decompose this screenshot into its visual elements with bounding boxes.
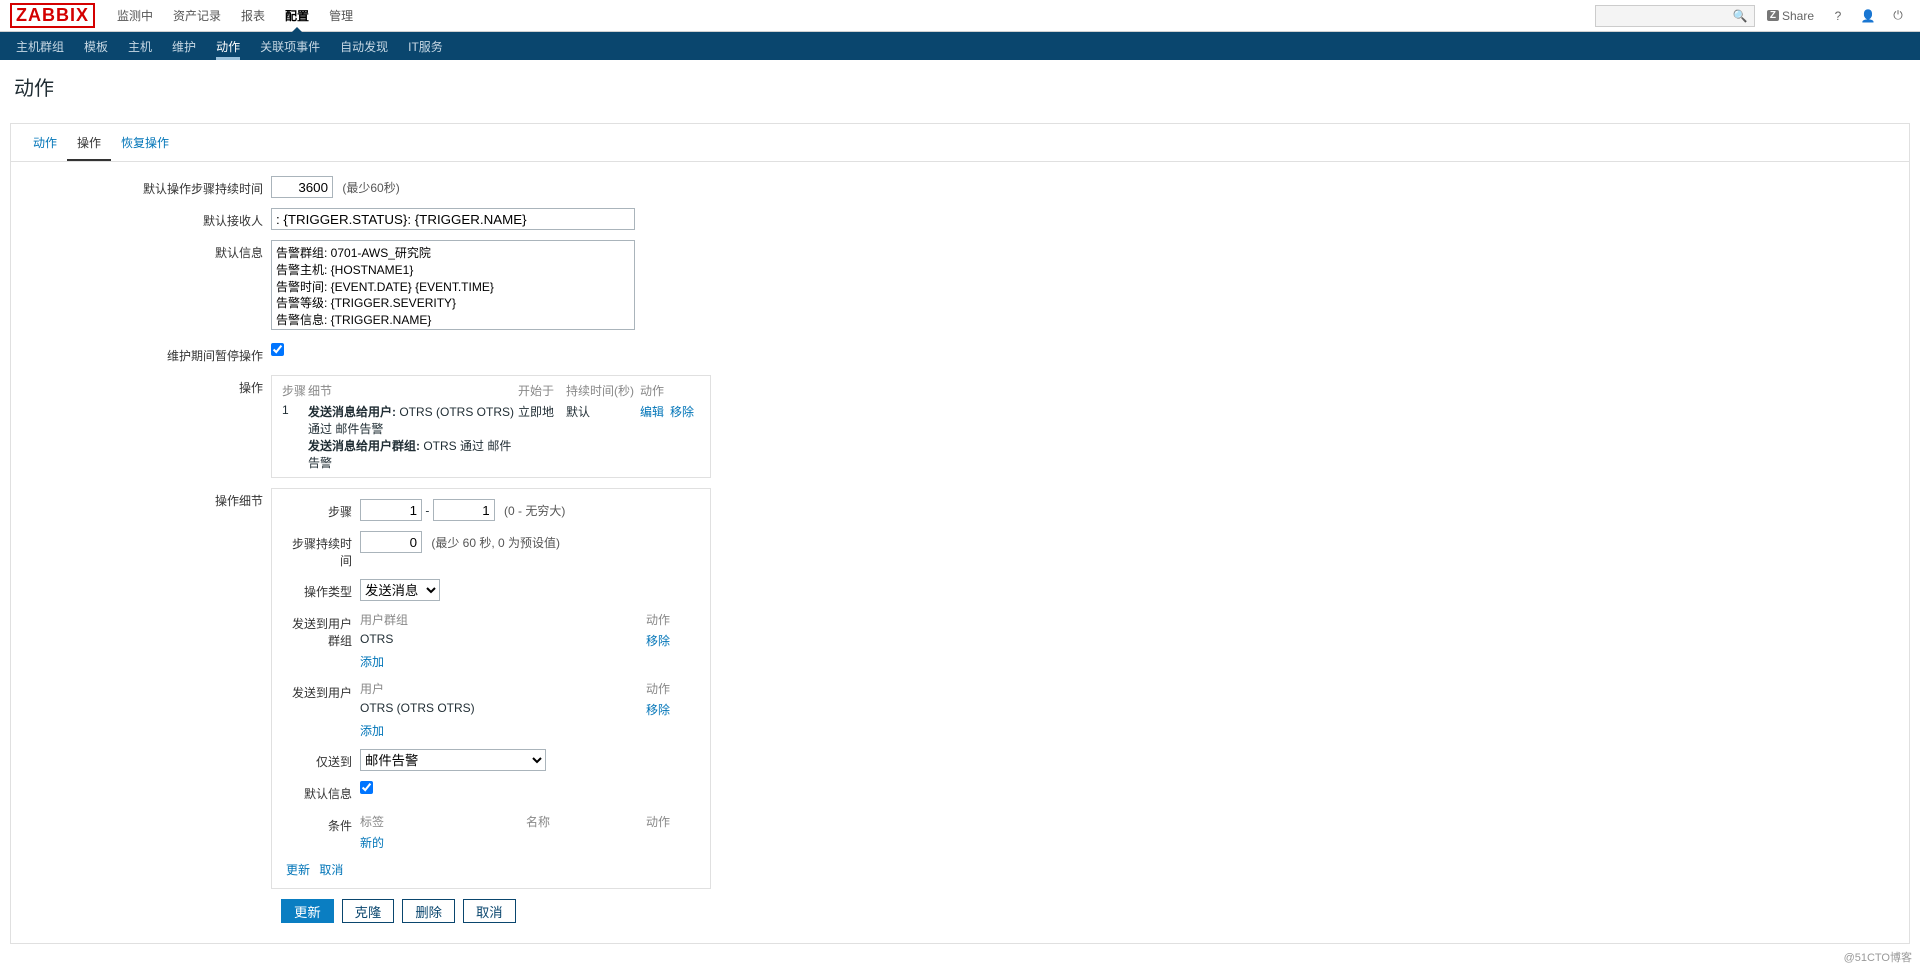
help-icon[interactable]: ?	[1826, 4, 1850, 28]
update-button[interactable]: 更新	[281, 899, 334, 923]
group-remove-link[interactable]: 移除	[646, 634, 670, 648]
tab-action[interactable]: 动作	[23, 124, 67, 161]
default-message-label: 默认信息	[286, 781, 360, 802]
user-add-link[interactable]: 添加	[360, 724, 384, 738]
clone-button[interactable]: 克隆	[342, 899, 395, 923]
subnav-itservices[interactable]: IT服务	[398, 32, 453, 60]
search-input[interactable]: 🔍	[1595, 5, 1755, 27]
search-icon: 🔍	[1733, 9, 1748, 23]
topnav-administration[interactable]: 管理	[319, 0, 363, 31]
send-group-label: 发送到用户群组	[286, 611, 360, 649]
subnav-discovery[interactable]: 自动发现	[330, 32, 398, 60]
share-label: Share	[1782, 9, 1814, 23]
group-add-link[interactable]: 添加	[360, 655, 384, 669]
power-icon[interactable]: ⏻	[1886, 4, 1910, 28]
step-duration-label: 步骤持续时间	[286, 531, 360, 569]
topnav-inventory[interactable]: 资产记录	[163, 0, 231, 31]
duration-input[interactable]	[271, 176, 333, 198]
op-type-select[interactable]: 发送消息	[360, 579, 440, 601]
message-label: 默认信息	[31, 240, 271, 261]
tab-operations[interactable]: 操作	[67, 124, 111, 161]
detail-cancel-link[interactable]: 取消	[319, 863, 343, 877]
ops-head-action: 动作	[640, 382, 700, 399]
topnav-reports[interactable]: 报表	[231, 0, 275, 31]
subnav-actions[interactable]: 动作	[206, 32, 250, 60]
duration-hint: (最少60秒)	[342, 181, 399, 195]
cond-new-link[interactable]: 新的	[360, 836, 384, 850]
subnav-maintenance[interactable]: 维护	[162, 32, 206, 60]
topnav-configuration[interactable]: 配置	[275, 0, 319, 31]
condition-label: 条件	[286, 813, 360, 834]
subnav-hosts[interactable]: 主机	[118, 32, 162, 60]
pause-label: 维护期间暂停操作	[31, 343, 271, 364]
tabs: 动作 操作 恢复操作	[11, 124, 1909, 162]
watermark: @51CTO博客	[1844, 949, 1912, 965]
delete-button[interactable]: 删除	[402, 899, 455, 923]
step-duration-hint: (最少 60 秒, 0 为预设值)	[431, 536, 560, 550]
recipient-label: 默认接收人	[31, 208, 271, 229]
message-textarea[interactable]: 告警群组: 0701-AWS_研究院 告警主机: {HOSTNAME1} 告警时…	[271, 240, 635, 330]
top-menu: 监测中 资产记录 报表 配置 管理	[107, 0, 363, 31]
ops-duration: 默认	[566, 403, 640, 471]
ops-detail: 发送消息给用户: OTRS (OTRS OTRS) 通过 邮件告警 发送消息给用…	[308, 403, 518, 471]
cancel-button[interactable]: 取消	[463, 899, 516, 923]
ops-table: 步骤 细节 开始于 持续时间(秒) 动作 1 发送消息给用户: OTRS (OT…	[271, 375, 711, 478]
op-type-label: 操作类型	[286, 579, 360, 600]
duration-label: 默认操作步骤持续时间	[31, 176, 271, 197]
step-dash: -	[425, 504, 432, 518]
pause-checkbox[interactable]	[271, 343, 284, 356]
ops-label: 操作	[31, 375, 271, 396]
ops-head-step: 步骤	[282, 382, 308, 399]
recipient-input[interactable]	[271, 208, 635, 230]
default-message-checkbox[interactable]	[360, 781, 373, 794]
only-send-select[interactable]: 邮件告警	[360, 749, 546, 771]
cond-head-action: 动作	[646, 813, 696, 830]
ops-line2-bold: 发送消息给用户群组:	[308, 439, 420, 453]
tab-recovery[interactable]: 恢复操作	[111, 124, 179, 161]
details-label: 操作细节	[31, 488, 271, 509]
user-remove-link[interactable]: 移除	[646, 703, 670, 717]
ops-head-start: 开始于	[518, 382, 566, 399]
send-user-label: 发送到用户	[286, 680, 360, 701]
share-button[interactable]: Z Share	[1761, 9, 1820, 23]
subnav-hostgroups[interactable]: 主机群组	[6, 32, 74, 60]
subnav-correlation[interactable]: 关联项事件	[250, 32, 330, 60]
group-head-name: 用户群组	[360, 611, 646, 628]
ops-line1-bold: 发送消息给用户:	[308, 405, 396, 419]
ops-step: 1	[282, 403, 308, 471]
user-head-name: 用户	[360, 680, 646, 697]
main-card: 动作 操作 恢复操作 默认操作步骤持续时间 (最少60秒) 默认接收人 默认信息…	[10, 123, 1910, 944]
subnav-templates[interactable]: 模板	[74, 32, 118, 60]
group-head-action: 动作	[646, 611, 696, 628]
step-hint: (0 - 无穷大)	[504, 504, 565, 518]
cond-head-name: 名称	[526, 813, 646, 830]
sub-nav: 主机群组 模板 主机 维护 动作 关联项事件 自动发现 IT服务	[0, 32, 1920, 60]
step-from-input[interactable]	[360, 499, 422, 521]
step-to-input[interactable]	[433, 499, 495, 521]
page-title: 动作	[0, 60, 1920, 113]
user-row-name: OTRS (OTRS OTRS)	[360, 701, 646, 718]
step-label: 步骤	[286, 499, 360, 520]
ops-remove-link[interactable]: 移除	[670, 405, 694, 419]
top-nav: ZABBIX 监测中 资产记录 报表 配置 管理 🔍 Z Share ? 👤 ⏻	[0, 0, 1920, 32]
ops-head-duration: 持续时间(秒)	[566, 382, 640, 399]
group-row-name: OTRS	[360, 632, 646, 649]
ops-start: 立即地	[518, 403, 566, 471]
cond-head-tag: 标签	[360, 813, 526, 830]
topnav-monitoring[interactable]: 监测中	[107, 0, 163, 31]
z-badge-icon: Z	[1767, 10, 1779, 21]
user-icon[interactable]: 👤	[1856, 4, 1880, 28]
detail-box: 步骤 - (0 - 无穷大) 步骤持续时间 (最少 60 秒, 0 为预设	[271, 488, 711, 889]
form: 默认操作步骤持续时间 (最少60秒) 默认接收人 默认信息 告警群组: 0701…	[11, 162, 1909, 923]
ops-edit-link[interactable]: 编辑	[640, 405, 664, 419]
ops-head-detail: 细节	[308, 382, 518, 399]
user-head-action: 动作	[646, 680, 696, 697]
only-send-label: 仅送到	[286, 749, 360, 770]
detail-update-link[interactable]: 更新	[286, 863, 310, 877]
logo: ZABBIX	[10, 3, 95, 28]
step-duration-input[interactable]	[360, 531, 422, 553]
